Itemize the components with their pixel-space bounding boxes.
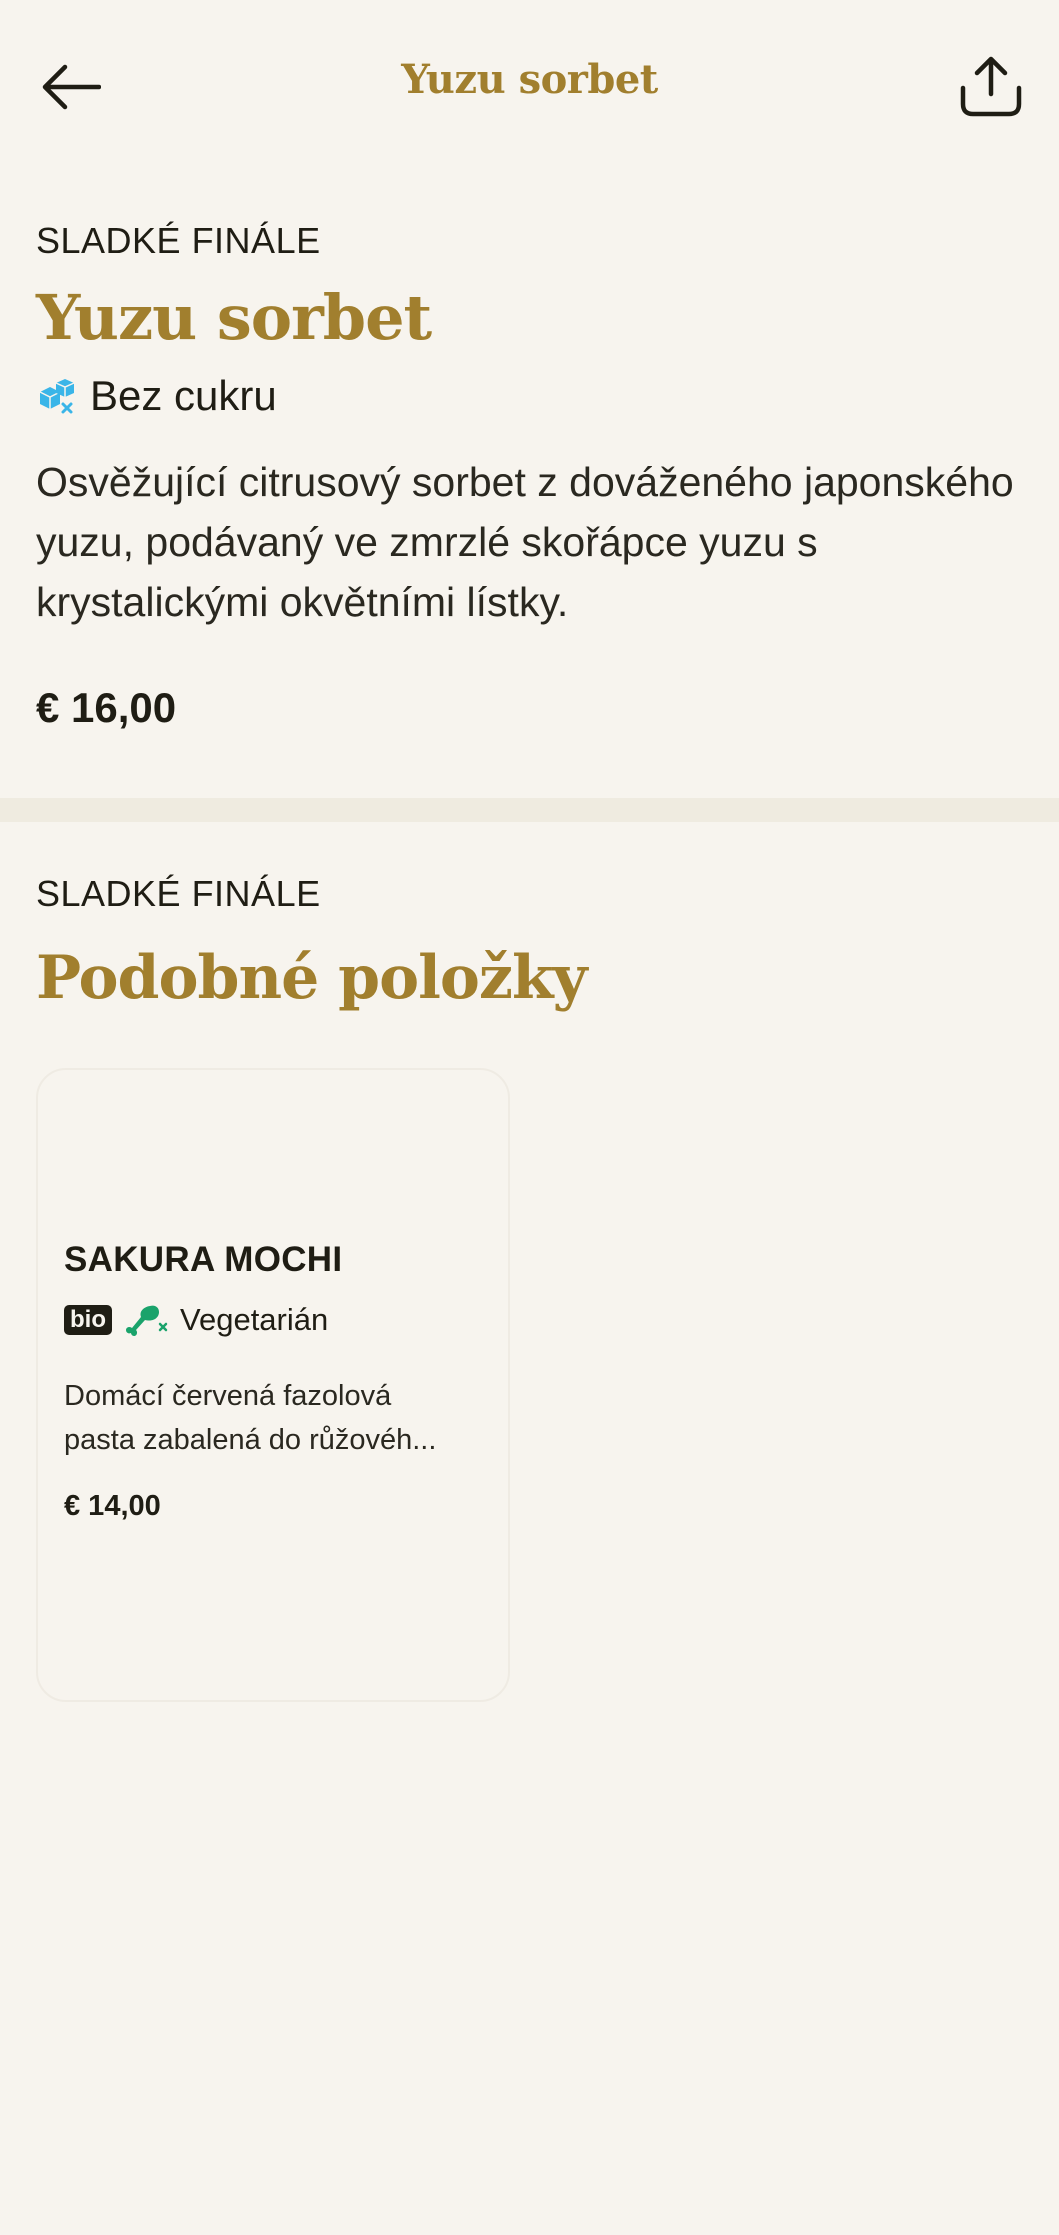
item-tag-label: Bez cukru	[90, 372, 277, 420]
similar-category: SLADKÉ FINÁLE	[36, 873, 321, 914]
item-tag: Bez cukru	[36, 372, 1026, 420]
top-bar: Yuzu sorbet	[0, 0, 1059, 170]
card-description-line: pasta zabalená do růžovéh...	[64, 1424, 437, 1456]
card-item-name: SAKURA MOCHI	[64, 1240, 343, 1279]
similar-items-section: SLADKÉ FINÁLE Podobné položky	[36, 873, 1026, 1013]
bio-badge: bio	[64, 1305, 112, 1335]
sugar-free-icon	[36, 376, 76, 416]
page-title: Yuzu sorbet	[401, 56, 658, 103]
card-tags: bio Vegetarián	[64, 1302, 328, 1338]
item-category: SLADKÉ FINÁLE	[36, 220, 321, 261]
similar-item-card[interactable]: SAKURA MOCHI bio Vegetarián Domácí červe…	[36, 1068, 510, 1702]
item-name: Yuzu sorbet	[36, 281, 432, 354]
item-detail: SLADKÉ FINÁLE Yuzu sorbet Bez cukru Osvě…	[36, 220, 1026, 732]
item-description: Osvěžující citrusový sorbet z dováženého…	[36, 459, 1014, 626]
card-tag-label: Vegetarián	[180, 1302, 329, 1337]
item-price: € 16,00	[36, 684, 177, 732]
share-button[interactable]	[953, 48, 1029, 124]
no-meat-icon	[124, 1302, 168, 1338]
share-icon	[960, 56, 1022, 117]
card-item-price: € 14,00	[64, 1490, 161, 1522]
card-item-description: Domácí červená fazolová pasta zabalená d…	[64, 1374, 494, 1462]
card-description-line: Domácí červená fazolová	[64, 1380, 392, 1412]
similar-title: Podobné položky	[36, 943, 587, 1013]
section-divider	[0, 798, 1059, 822]
